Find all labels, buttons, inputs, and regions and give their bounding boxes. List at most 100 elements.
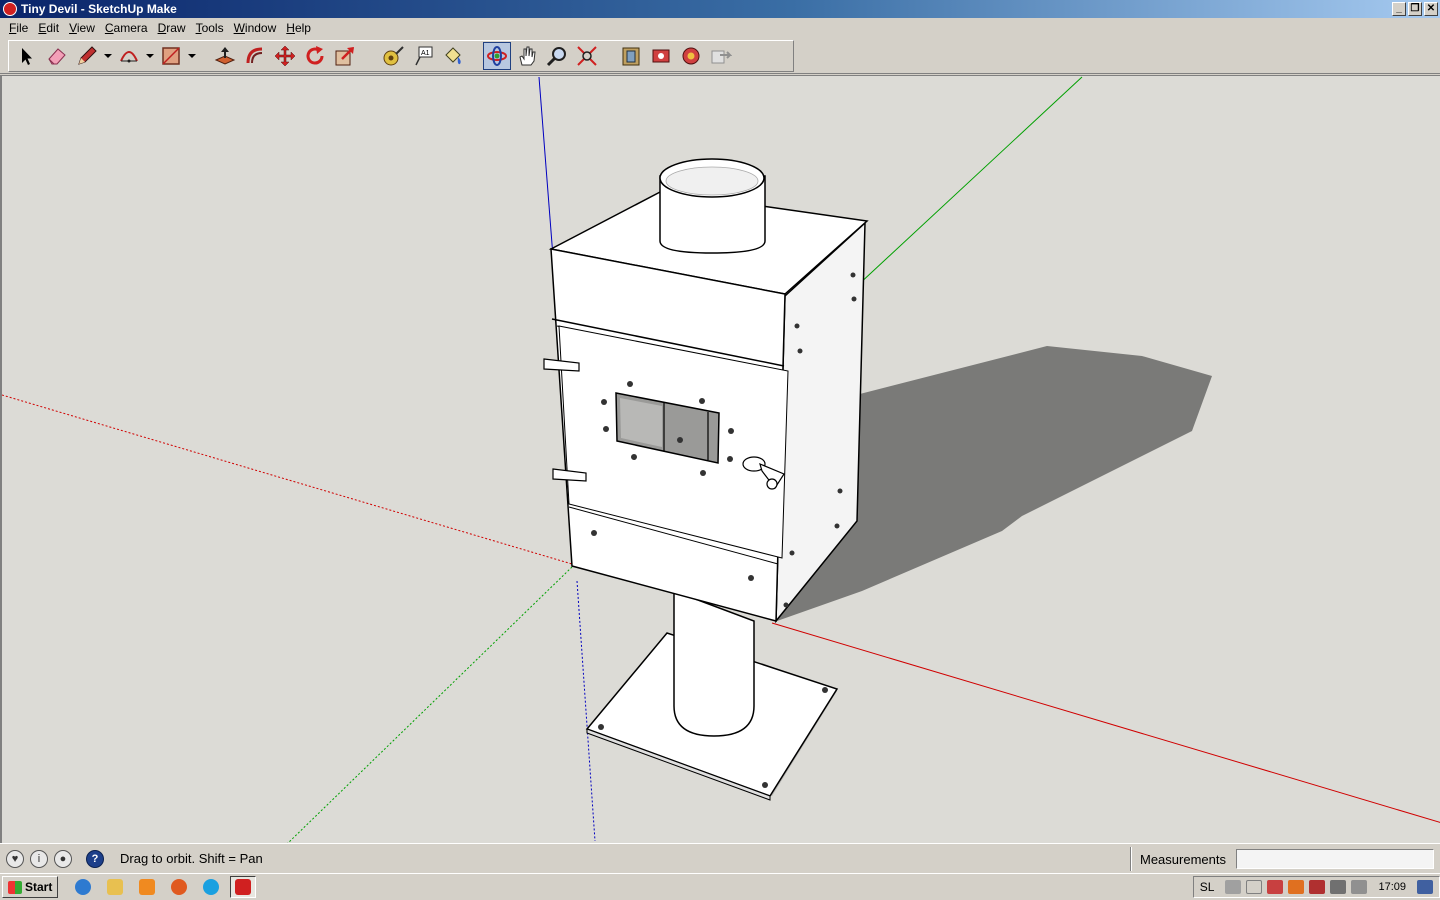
- red-axis: [771, 622, 1440, 823]
- support-pipe: [673, 589, 755, 737]
- skype-icon[interactable]: [198, 876, 224, 898]
- start-label: Start: [25, 880, 53, 894]
- eraser-tool-button[interactable]: [43, 42, 71, 70]
- restore-button[interactable]: ❐: [1408, 2, 1422, 16]
- firefox-icon[interactable]: [166, 876, 192, 898]
- hand-icon: [519, 46, 536, 66]
- share-model-icon: [652, 49, 670, 63]
- tape-measure-icon: [383, 46, 404, 66]
- menu-draw[interactable]: Draw: [153, 21, 191, 35]
- shape-tool-dropdown[interactable]: [187, 42, 197, 70]
- drawing-viewport[interactable]: [0, 75, 1440, 843]
- share-model-button[interactable]: [647, 42, 675, 70]
- title-bar: Tiny Devil - SketchUp Make _ ❐ ✕: [0, 0, 1440, 18]
- line-tool-dropdown[interactable]: [103, 42, 113, 70]
- rectangle-icon: [162, 47, 180, 65]
- help-icon[interactable]: ?: [86, 849, 104, 868]
- rotate-tool-button[interactable]: [301, 42, 329, 70]
- volume-icon[interactable]: [1351, 880, 1368, 894]
- base-bolt-hole: [598, 724, 604, 730]
- chimney-inner: [665, 166, 759, 196]
- network-icon[interactable]: [1330, 880, 1347, 894]
- rotate-icon: [306, 46, 324, 65]
- svg-text:A1: A1: [421, 50, 430, 57]
- send-to-layout-icon: [711, 50, 732, 64]
- zoom-extents-tool-button[interactable]: [573, 42, 601, 70]
- internet-explorer-icon[interactable]: [70, 876, 96, 898]
- orbit-tool-button[interactable]: [483, 42, 511, 70]
- tray-app-icon[interactable]: [1309, 880, 1326, 894]
- clock[interactable]: 17:09: [1378, 881, 1406, 893]
- status-message: Drag to orbit. Shift = Pan: [120, 851, 263, 866]
- tray-app-icon[interactable]: [1267, 880, 1284, 894]
- 3d-warehouse-button[interactable]: [617, 42, 645, 70]
- pan-tool-button[interactable]: [513, 42, 541, 70]
- push-pull-tool-button[interactable]: [211, 42, 239, 70]
- geo-location-icon[interactable]: ♥: [6, 849, 24, 868]
- extension-warehouse-icon: [682, 47, 700, 65]
- sketchup-app-icon[interactable]: [3, 2, 17, 16]
- text-label-icon: A1: [415, 46, 433, 66]
- move-tool-button[interactable]: [271, 42, 299, 70]
- pencil-icon: [78, 46, 97, 65]
- zoom-extents-icon: [577, 46, 597, 66]
- menu-edit[interactable]: Edit: [33, 21, 64, 35]
- close-button[interactable]: ✕: [1424, 2, 1438, 16]
- move-icon: [274, 45, 296, 67]
- line-tool-button[interactable]: [73, 42, 101, 70]
- arc-tool-button[interactable]: [115, 42, 143, 70]
- extension-warehouse-button[interactable]: [677, 42, 705, 70]
- menu-bar: File Edit View Camera Draw Tools Window …: [0, 18, 1440, 38]
- credits-icon[interactable]: i: [30, 849, 48, 868]
- measurements-input[interactable]: [1236, 849, 1434, 869]
- arc-tool-dropdown[interactable]: [145, 42, 155, 70]
- toolbar-group: A1: [8, 40, 794, 72]
- green-axis-dotted: [287, 566, 573, 843]
- paint-bucket-tool-button[interactable]: [439, 42, 467, 70]
- getting-started-toolbar: A1: [0, 38, 1440, 74]
- menu-help[interactable]: Help: [281, 21, 316, 35]
- windows-logo-icon: [8, 880, 22, 894]
- file-explorer-icon[interactable]: [102, 876, 128, 898]
- model-scene[interactable]: [2, 76, 1440, 843]
- magnifier-icon: [546, 47, 566, 67]
- show-desktop-icon[interactable]: [1417, 880, 1433, 894]
- keyboard-icon[interactable]: [1225, 880, 1242, 894]
- push-pull-icon: [214, 47, 236, 65]
- sketchup-icon[interactable]: [230, 876, 257, 898]
- language-indicator[interactable]: SL: [1200, 880, 1215, 894]
- menu-file[interactable]: File: [4, 21, 33, 35]
- user-icon[interactable]: ●: [54, 849, 72, 868]
- orbit-icon: [487, 46, 507, 66]
- minimize-button[interactable]: _: [1392, 2, 1406, 16]
- scale-tool-button[interactable]: [331, 42, 359, 70]
- tray-app-icon[interactable]: [1288, 880, 1305, 894]
- scale-icon: [335, 47, 354, 66]
- base-bolt-hole: [822, 687, 828, 693]
- menu-view[interactable]: View: [64, 21, 100, 35]
- windows-taskbar: Start SL 17:09: [0, 873, 1440, 900]
- base-bolt-hole: [762, 782, 768, 788]
- warehouse-icon: [622, 47, 640, 66]
- window-title: Tiny Devil - SketchUp Make: [21, 2, 177, 16]
- red-axis-dotted: [2, 394, 573, 565]
- text-tool-button[interactable]: A1: [409, 42, 437, 70]
- tape-measure-tool-button[interactable]: [379, 42, 407, 70]
- show-hidden-icons-icon[interactable]: [1246, 880, 1263, 894]
- start-button[interactable]: Start: [2, 876, 59, 898]
- follow-me-tool-button[interactable]: [241, 42, 269, 70]
- menu-tools[interactable]: Tools: [191, 21, 229, 35]
- arc-icon: [120, 51, 138, 63]
- menu-window[interactable]: Window: [229, 21, 282, 35]
- select-tool-button[interactable]: [13, 42, 41, 70]
- shape-tool-button[interactable]: [157, 42, 185, 70]
- status-bar: ♥ i ● ? Drag to orbit. Shift = Pan Measu…: [0, 843, 1440, 873]
- menu-camera[interactable]: Camera: [100, 21, 153, 35]
- blue-axis-dotted: [576, 580, 596, 842]
- system-tray: SL 17:09: [1192, 876, 1440, 898]
- measurements-divider: [1130, 847, 1132, 871]
- zoom-tool-button[interactable]: [543, 42, 571, 70]
- media-player-icon[interactable]: [134, 876, 160, 898]
- send-to-layout-button[interactable]: [707, 42, 735, 70]
- measurements-label: Measurements: [1140, 852, 1226, 867]
